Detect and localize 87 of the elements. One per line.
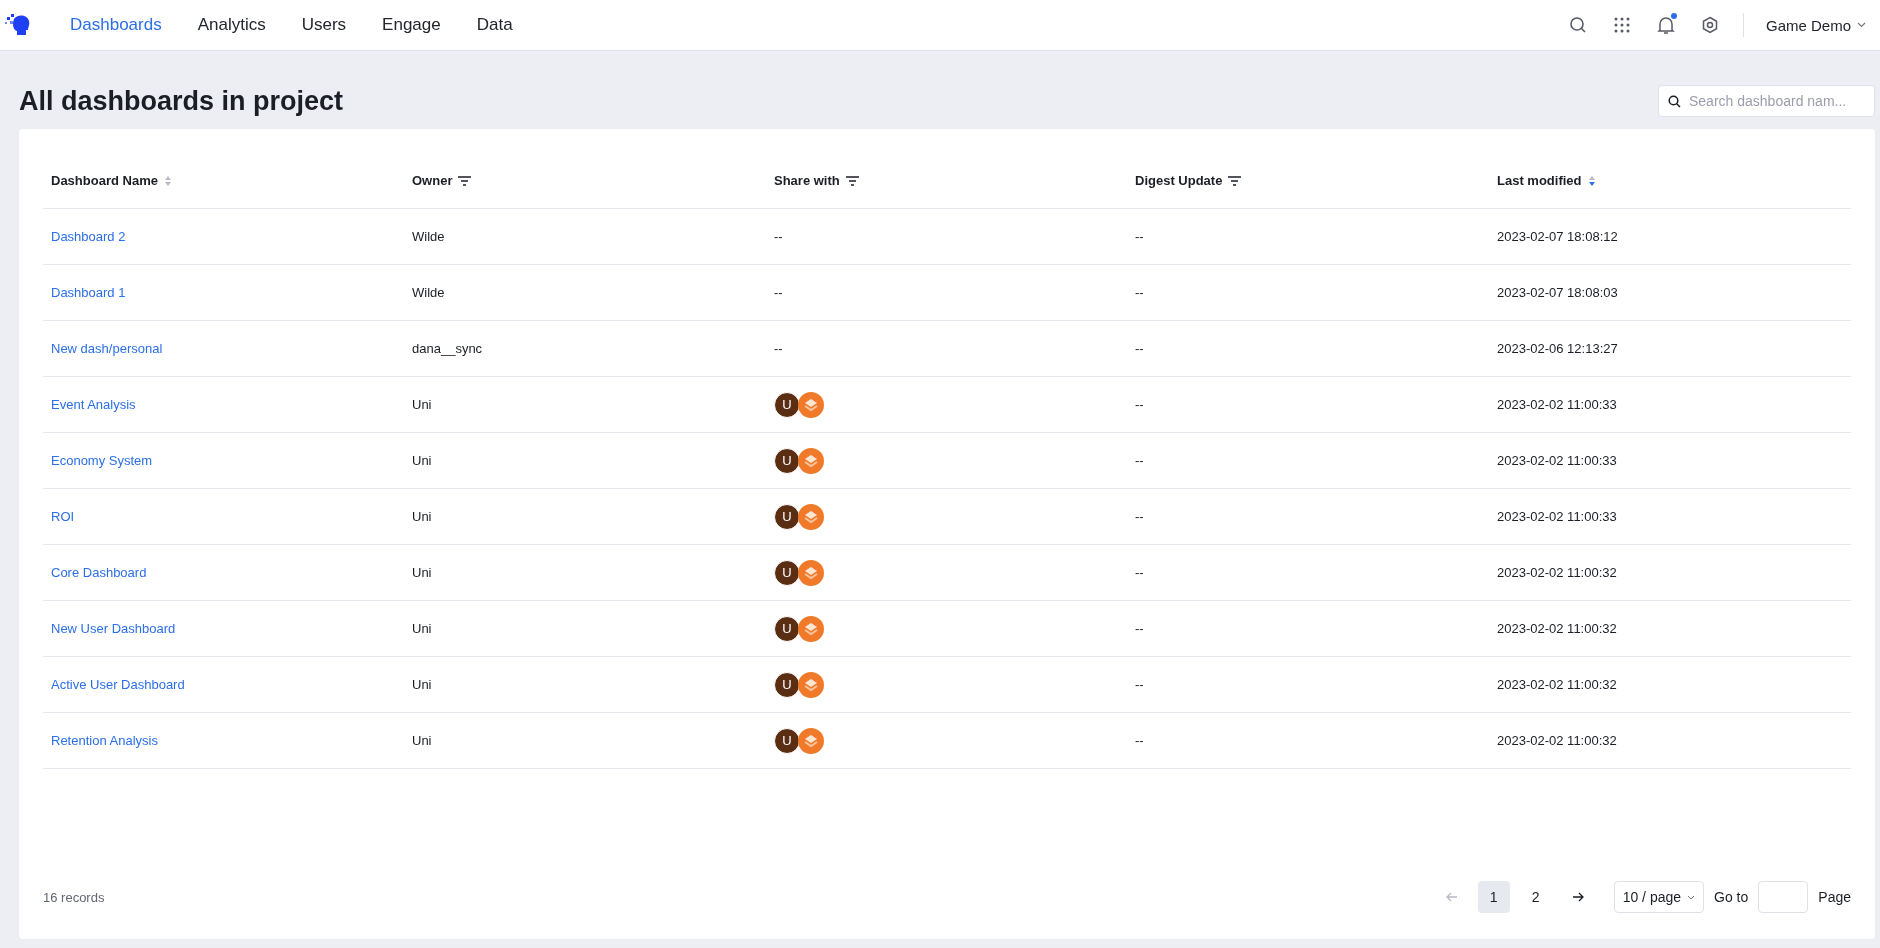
digest-cell-text: -- [1134, 565, 1144, 580]
nav-tab[interactable]: Dashboards [52, 15, 180, 35]
share-cell-text: -- [773, 285, 783, 300]
owner-cell-text: Uni [411, 621, 432, 636]
owner-cell-text: Uni [411, 733, 432, 748]
modified-cell-text: 2023-02-02 11:00:33 [1496, 453, 1617, 468]
column-header: Dashboard Name [51, 173, 158, 188]
owner-cell-text: dana__sync [411, 341, 483, 356]
arrow-right-icon [1571, 892, 1584, 902]
share-cell-text: -- [773, 341, 783, 356]
column-header: Last modified [1497, 173, 1582, 188]
owner-cell-text: Uni [411, 453, 432, 468]
user-avatar: U [774, 503, 800, 530]
nav-tab[interactable]: Users [283, 15, 365, 35]
user-avatar: U [774, 447, 800, 474]
owner-cell-text: Uni [411, 677, 432, 692]
search-field[interactable]: Search dashboard nam... [1658, 85, 1875, 117]
owner-cell-text: Wilde [411, 285, 445, 300]
app-avatar-icon [798, 615, 824, 642]
filter-icon[interactable] [1228, 175, 1242, 186]
modified-cell-text: 2023-02-02 11:00:32 [1496, 677, 1617, 692]
modified-cell-text: 2023-02-07 18:08:03 [1496, 285, 1618, 300]
project-selector[interactable]: Game Demo [1765, 16, 1866, 34]
owner-cell-text: Uni [411, 565, 432, 580]
column-header: Owner [412, 173, 453, 188]
dashboard-link[interactable]: Retention Analysis [43, 733, 158, 748]
app-avatar-icon [798, 447, 824, 474]
records-count: 16 records [43, 889, 105, 905]
page-size-select[interactable]: 10 / page [1613, 881, 1705, 913]
app-avatar-icon [798, 391, 824, 418]
digest-cell-text: -- [1134, 677, 1144, 692]
arrow-left-icon [1445, 892, 1458, 902]
column-header: Share with [774, 173, 840, 188]
notification-bell-icon[interactable] [1654, 14, 1677, 36]
dashboard-link[interactable]: Economy System [43, 453, 153, 468]
sort-icon[interactable] [1587, 174, 1596, 187]
user-avatar: U [774, 391, 800, 418]
page-title: All dashboards in project [19, 85, 344, 117]
search-icon [1668, 95, 1681, 108]
modified-cell-text: 2023-02-02 11:00:32 [1496, 565, 1617, 580]
user-avatar: U [774, 727, 800, 754]
filter-icon[interactable] [845, 175, 859, 186]
column-header: Digest Update [1135, 173, 1223, 188]
modified-cell-text: 2023-02-02 11:00:33 [1496, 509, 1617, 524]
user-avatar: U [774, 671, 800, 698]
digest-cell-text: -- [1134, 397, 1144, 412]
chevron-down-icon [1687, 894, 1696, 900]
nav-tab[interactable]: Engage [364, 15, 459, 35]
dashboard-link[interactable]: ROI [43, 509, 75, 524]
modified-cell-text: 2023-02-07 18:08:12 [1496, 229, 1618, 244]
user-avatar: U [774, 615, 800, 642]
modified-cell-text: 2023-02-06 12:13:27 [1496, 341, 1618, 356]
digest-cell-text: -- [1134, 733, 1144, 748]
user-avatar: U [774, 559, 800, 586]
owner-cell-text: Uni [411, 397, 432, 412]
page-button[interactable]: 1 [1477, 881, 1510, 913]
dashboard-link[interactable]: Core Dashboard [43, 565, 147, 580]
dashboard-link[interactable]: Event Analysis [43, 397, 136, 412]
dashboard-link[interactable]: New dash/personal [43, 341, 163, 356]
dashboard-link[interactable]: Dashboard 1 [43, 285, 126, 300]
goto-label: Go to [1714, 889, 1749, 905]
owner-cell-text: Uni [411, 509, 432, 524]
chevron-down-icon [1857, 22, 1866, 28]
app-avatar-icon [798, 671, 824, 698]
modified-cell-text: 2023-02-02 11:00:32 [1496, 621, 1617, 636]
app-avatar-icon [798, 727, 824, 754]
digest-cell-text: -- [1134, 341, 1144, 356]
modified-cell-text: 2023-02-02 11:00:33 [1496, 397, 1617, 412]
filter-icon[interactable] [458, 175, 472, 186]
goto-page-input[interactable] [1758, 881, 1809, 913]
app-avatar-icon [798, 559, 824, 586]
dashboard-link[interactable]: New User Dashboard [43, 621, 176, 636]
digest-cell-text: -- [1134, 509, 1144, 524]
dashboard-link[interactable]: Dashboard 2 [43, 229, 126, 244]
nav-tab[interactable]: Analytics [179, 15, 284, 35]
digest-cell-text: -- [1134, 229, 1144, 244]
share-cell-text: -- [773, 229, 783, 244]
page-label: Page [1818, 889, 1851, 905]
owner-cell-text: Wilde [411, 229, 445, 244]
page-button[interactable]: 2 [1519, 881, 1552, 913]
digest-cell-text: -- [1134, 621, 1144, 636]
app-avatar-icon [798, 503, 824, 530]
digest-cell-text: -- [1134, 285, 1144, 300]
modified-cell-text: 2023-02-02 11:00:32 [1496, 733, 1617, 748]
digest-cell-text: -- [1134, 453, 1144, 468]
dashboard-link[interactable]: Active User Dashboard [43, 677, 185, 692]
nav-tab[interactable]: Data [458, 15, 531, 35]
